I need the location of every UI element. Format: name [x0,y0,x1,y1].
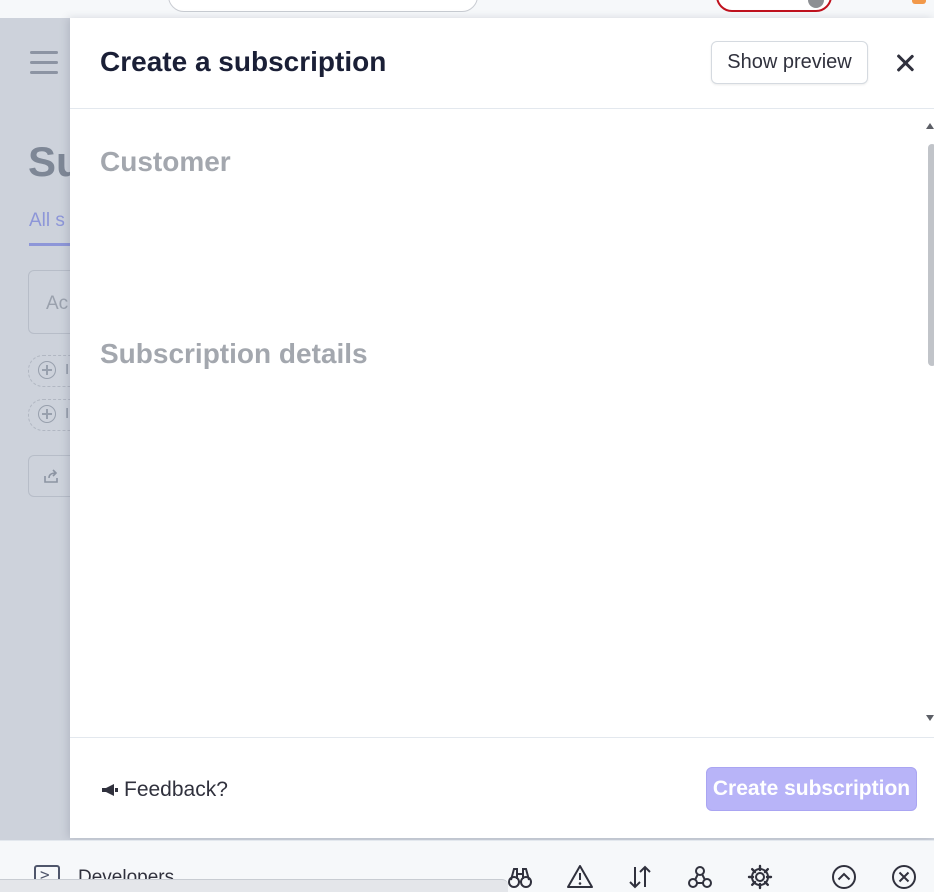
subscription-details-heading: Subscription details [100,338,368,369]
megaphone-icon [102,784,118,796]
chevron-up-circle-icon[interactable] [830,863,858,890]
scrollbar-thumb[interactable] [928,144,934,366]
settings-gear-icon[interactable] [746,863,774,890]
background-tab-all: All s [29,210,65,231]
create-subscription-button[interactable]: Create subscription [706,767,917,811]
feedback-link[interactable]: Feedback? [100,778,228,802]
background-filter-label: I [65,361,70,378]
background-tab-underline [29,243,71,246]
add-circle-icon [38,405,56,423]
show-preview-button[interactable]: Show preview [711,41,868,84]
browser-extension-icon[interactable] [912,0,926,4]
binoculars-icon[interactable] [506,863,534,890]
modal-title: Create a subscription [100,46,387,77]
create-subscription-modal: Create a subscription Show preview Custo… [70,18,934,838]
customer-section-heading: Customer [100,146,231,177]
hamburger-menu-icon [30,51,58,75]
background-filter-label: I [65,405,70,422]
scroll-down-arrow-icon[interactable] [926,715,934,721]
export-icon [44,469,58,483]
browser-status-strip [0,879,508,892]
close-circle-icon[interactable] [890,863,918,890]
close-icon[interactable] [892,50,918,76]
modal-footer: Feedback? Create subscription [70,737,934,839]
webhooks-icon[interactable] [686,863,714,890]
add-circle-icon [38,361,56,379]
browser-profile-button[interactable] [716,0,832,12]
browser-top-strip [0,0,934,18]
browser-address-pill[interactable] [168,0,478,12]
scroll-up-arrow-icon[interactable] [926,123,934,129]
modal-header: Create a subscription Show preview [70,18,934,109]
sort-arrows-icon[interactable] [626,863,654,890]
warning-icon[interactable] [566,863,594,890]
feedback-label: Feedback? [124,778,228,801]
modal-body[interactable]: Customer Subscription details [70,109,934,737]
background-search-text: Ac [46,293,69,314]
